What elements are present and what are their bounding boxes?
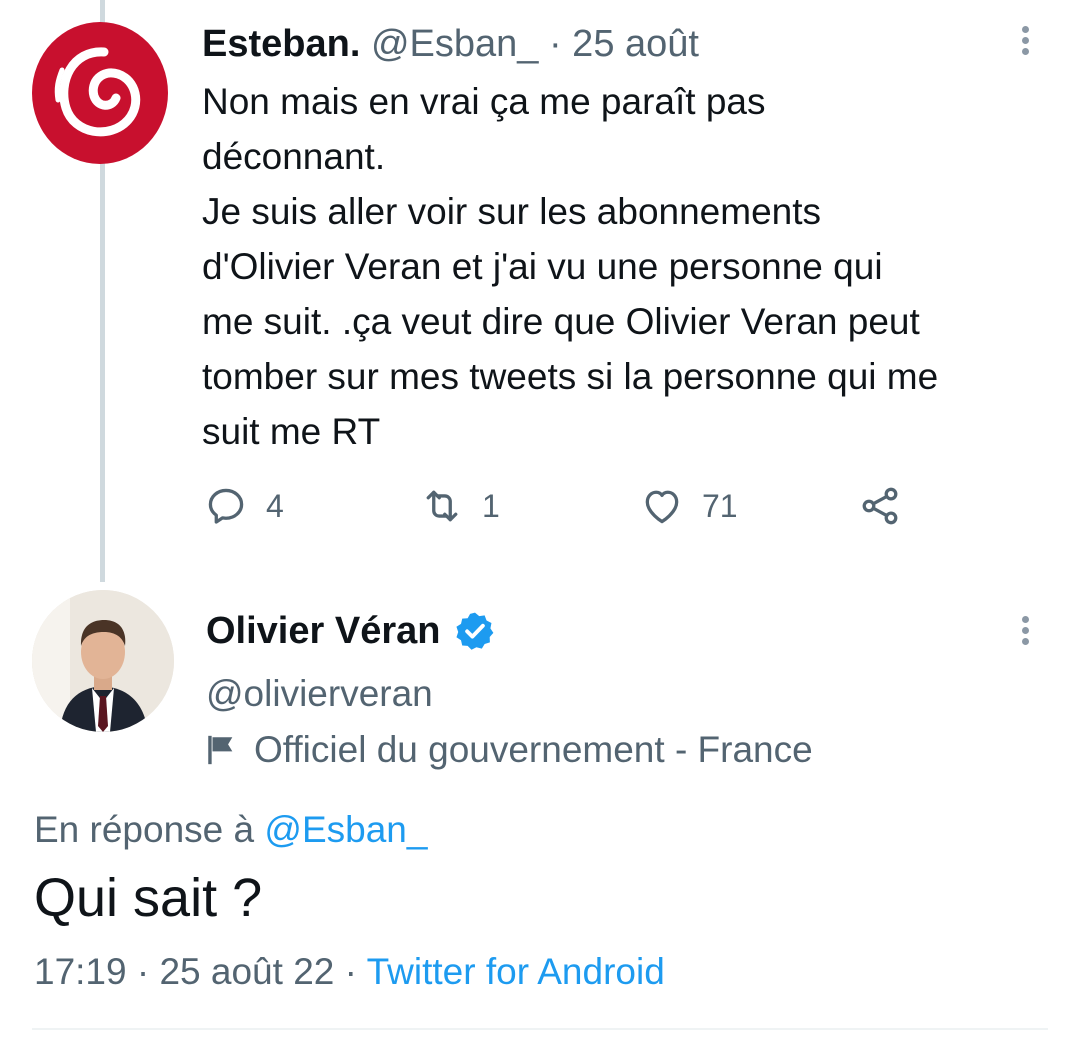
- more-vertical-icon[interactable]: [1016, 616, 1036, 646]
- author-name[interactable]: Olivier Véran: [206, 606, 440, 656]
- avatar[interactable]: [32, 590, 174, 732]
- reply-icon: [208, 488, 244, 524]
- reply-prefix: En réponse à: [34, 809, 255, 850]
- author-name[interactable]: Esteban.: [202, 23, 360, 65]
- author-name-row: Olivier Véran: [206, 606, 496, 656]
- verified-badge-icon: [456, 612, 494, 650]
- swirl-logo-icon: [54, 47, 141, 137]
- heart-icon: [645, 490, 679, 524]
- like-count: 71: [702, 487, 738, 524]
- author-handle[interactable]: @olivierveran: [206, 670, 433, 718]
- flag-icon: [208, 735, 233, 765]
- author-handle-date[interactable]: @Esban_ · 25 août: [371, 23, 699, 65]
- retweet-icon: [426, 490, 458, 522]
- retweet-button[interactable]: 1: [420, 482, 500, 530]
- retweet-count: 1: [482, 487, 500, 524]
- government-label[interactable]: Officiel du gouvernement - France: [204, 726, 813, 774]
- reply-button[interactable]: 4: [204, 482, 284, 530]
- government-label-text: Officiel du gouvernement - France: [254, 729, 813, 770]
- divider: [32, 1028, 1048, 1030]
- tweet-text: Qui sait ?: [34, 868, 263, 928]
- reply-context: En réponse à @Esban_: [34, 806, 427, 854]
- reply-count: 4: [266, 487, 284, 524]
- share-icon: [862, 487, 898, 525]
- tweet-header: Esteban. @Esban_ · 25 août: [202, 22, 699, 66]
- tweet-text: Non mais en vrai ça me paraît pas déconn…: [202, 81, 939, 452]
- tweet-timestamp[interactable]: 17:19 · 25 août 22 ·: [34, 951, 357, 992]
- tweet-metadata: 17:19 · 25 août 22 · Twitter for Android: [34, 948, 665, 996]
- tweet-source-link[interactable]: Twitter for Android: [367, 951, 665, 992]
- avatar[interactable]: [32, 22, 168, 164]
- share-button[interactable]: [858, 482, 902, 530]
- more-vertical-icon[interactable]: [1016, 26, 1036, 56]
- profile-photo: [32, 590, 174, 732]
- like-button[interactable]: 71: [640, 482, 738, 530]
- reply-handle-link[interactable]: @Esban_: [264, 809, 427, 850]
